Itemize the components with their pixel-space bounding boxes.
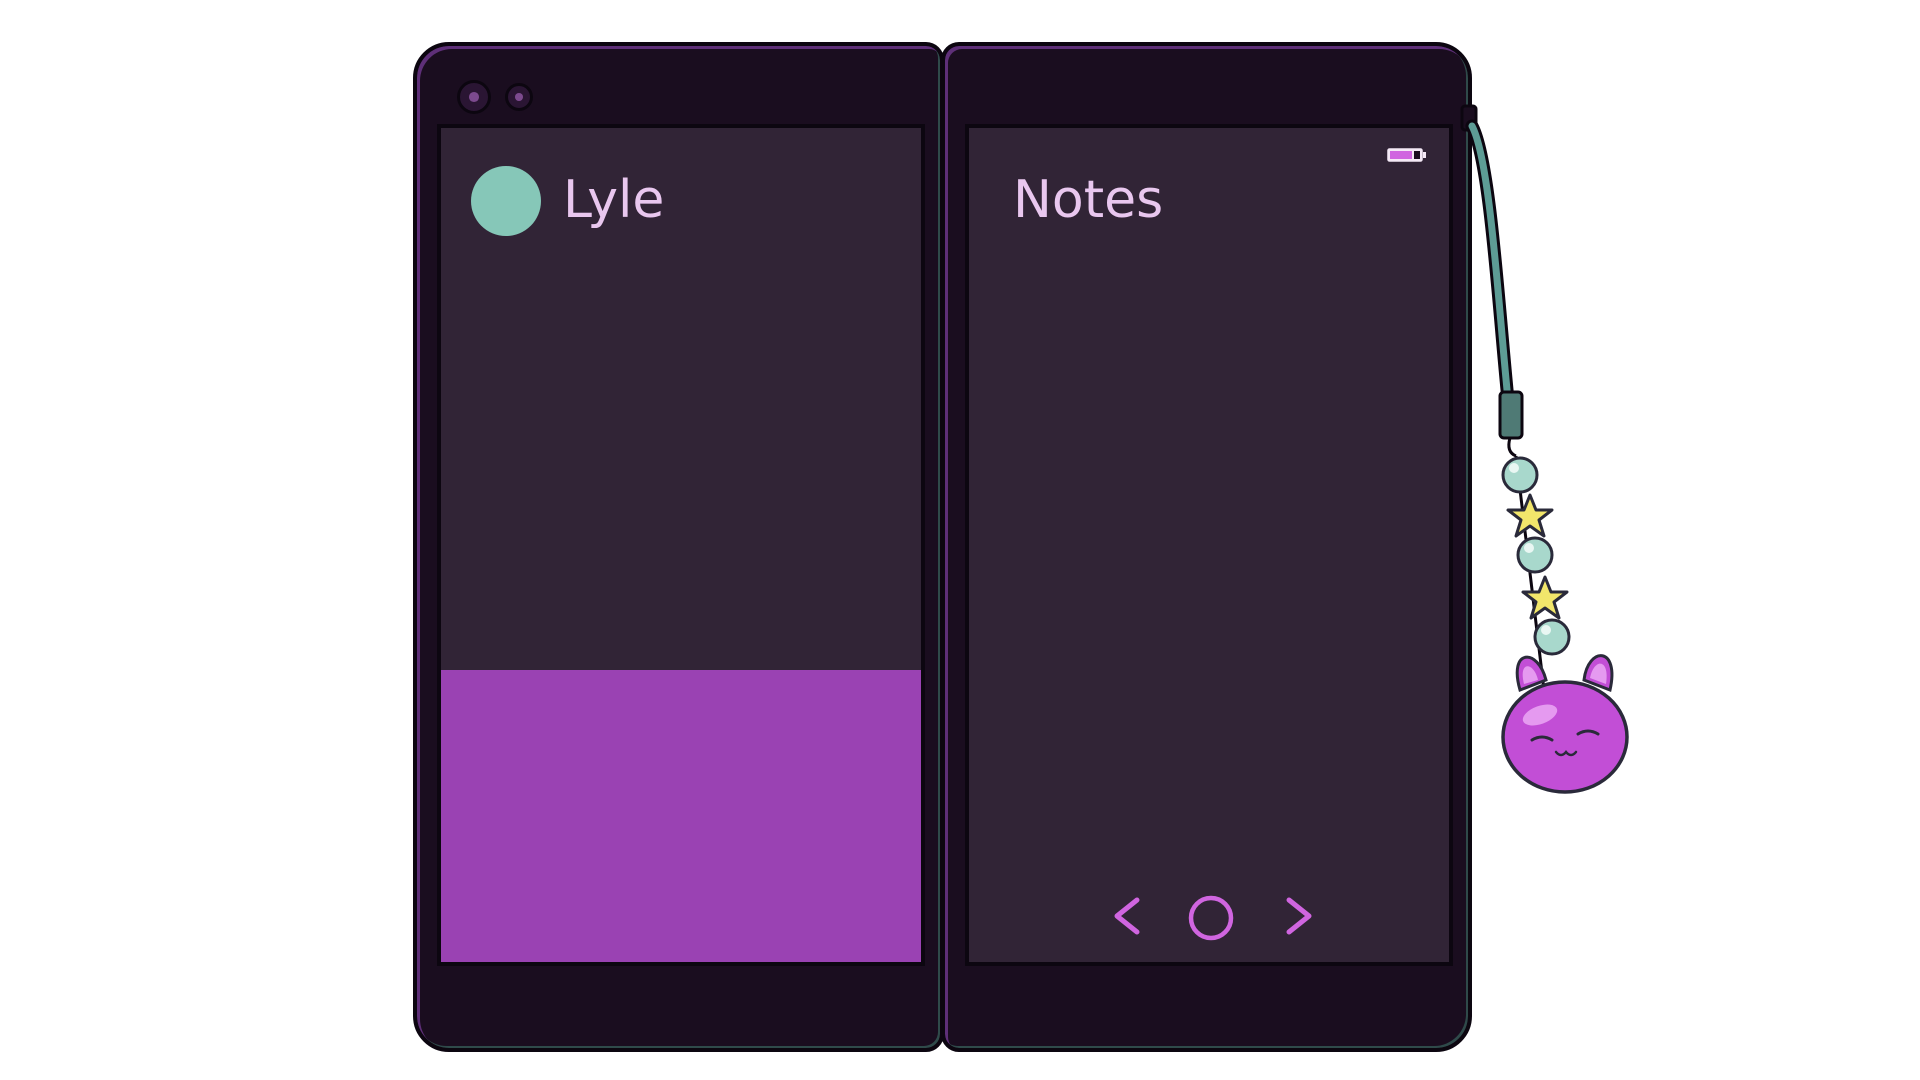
- right-device-panel: Notes: [941, 42, 1472, 1052]
- left-screen: Lyle: [437, 124, 925, 966]
- camera-lens-icon: [457, 80, 491, 114]
- battery-icon: [1387, 148, 1426, 162]
- navigation-bar: [969, 884, 1449, 944]
- contact-name[interactable]: Lyle: [563, 164, 664, 236]
- bunny-phone-charm-icon: [1460, 104, 1629, 794]
- chevron-right-icon[interactable]: [1271, 890, 1323, 942]
- chevron-left-icon[interactable]: [1103, 890, 1155, 942]
- right-screen: Notes: [965, 124, 1453, 966]
- notes-title: Notes: [1013, 170, 1164, 230]
- content-panel[interactable]: [441, 670, 921, 962]
- dual-screen-device-scene: Lyle Notes: [0, 0, 1920, 1080]
- camera-sensor-icon: [505, 83, 533, 111]
- home-circle-icon[interactable]: [1185, 890, 1237, 942]
- contact-avatar[interactable]: [471, 166, 541, 236]
- left-device-panel: Lyle: [413, 42, 944, 1052]
